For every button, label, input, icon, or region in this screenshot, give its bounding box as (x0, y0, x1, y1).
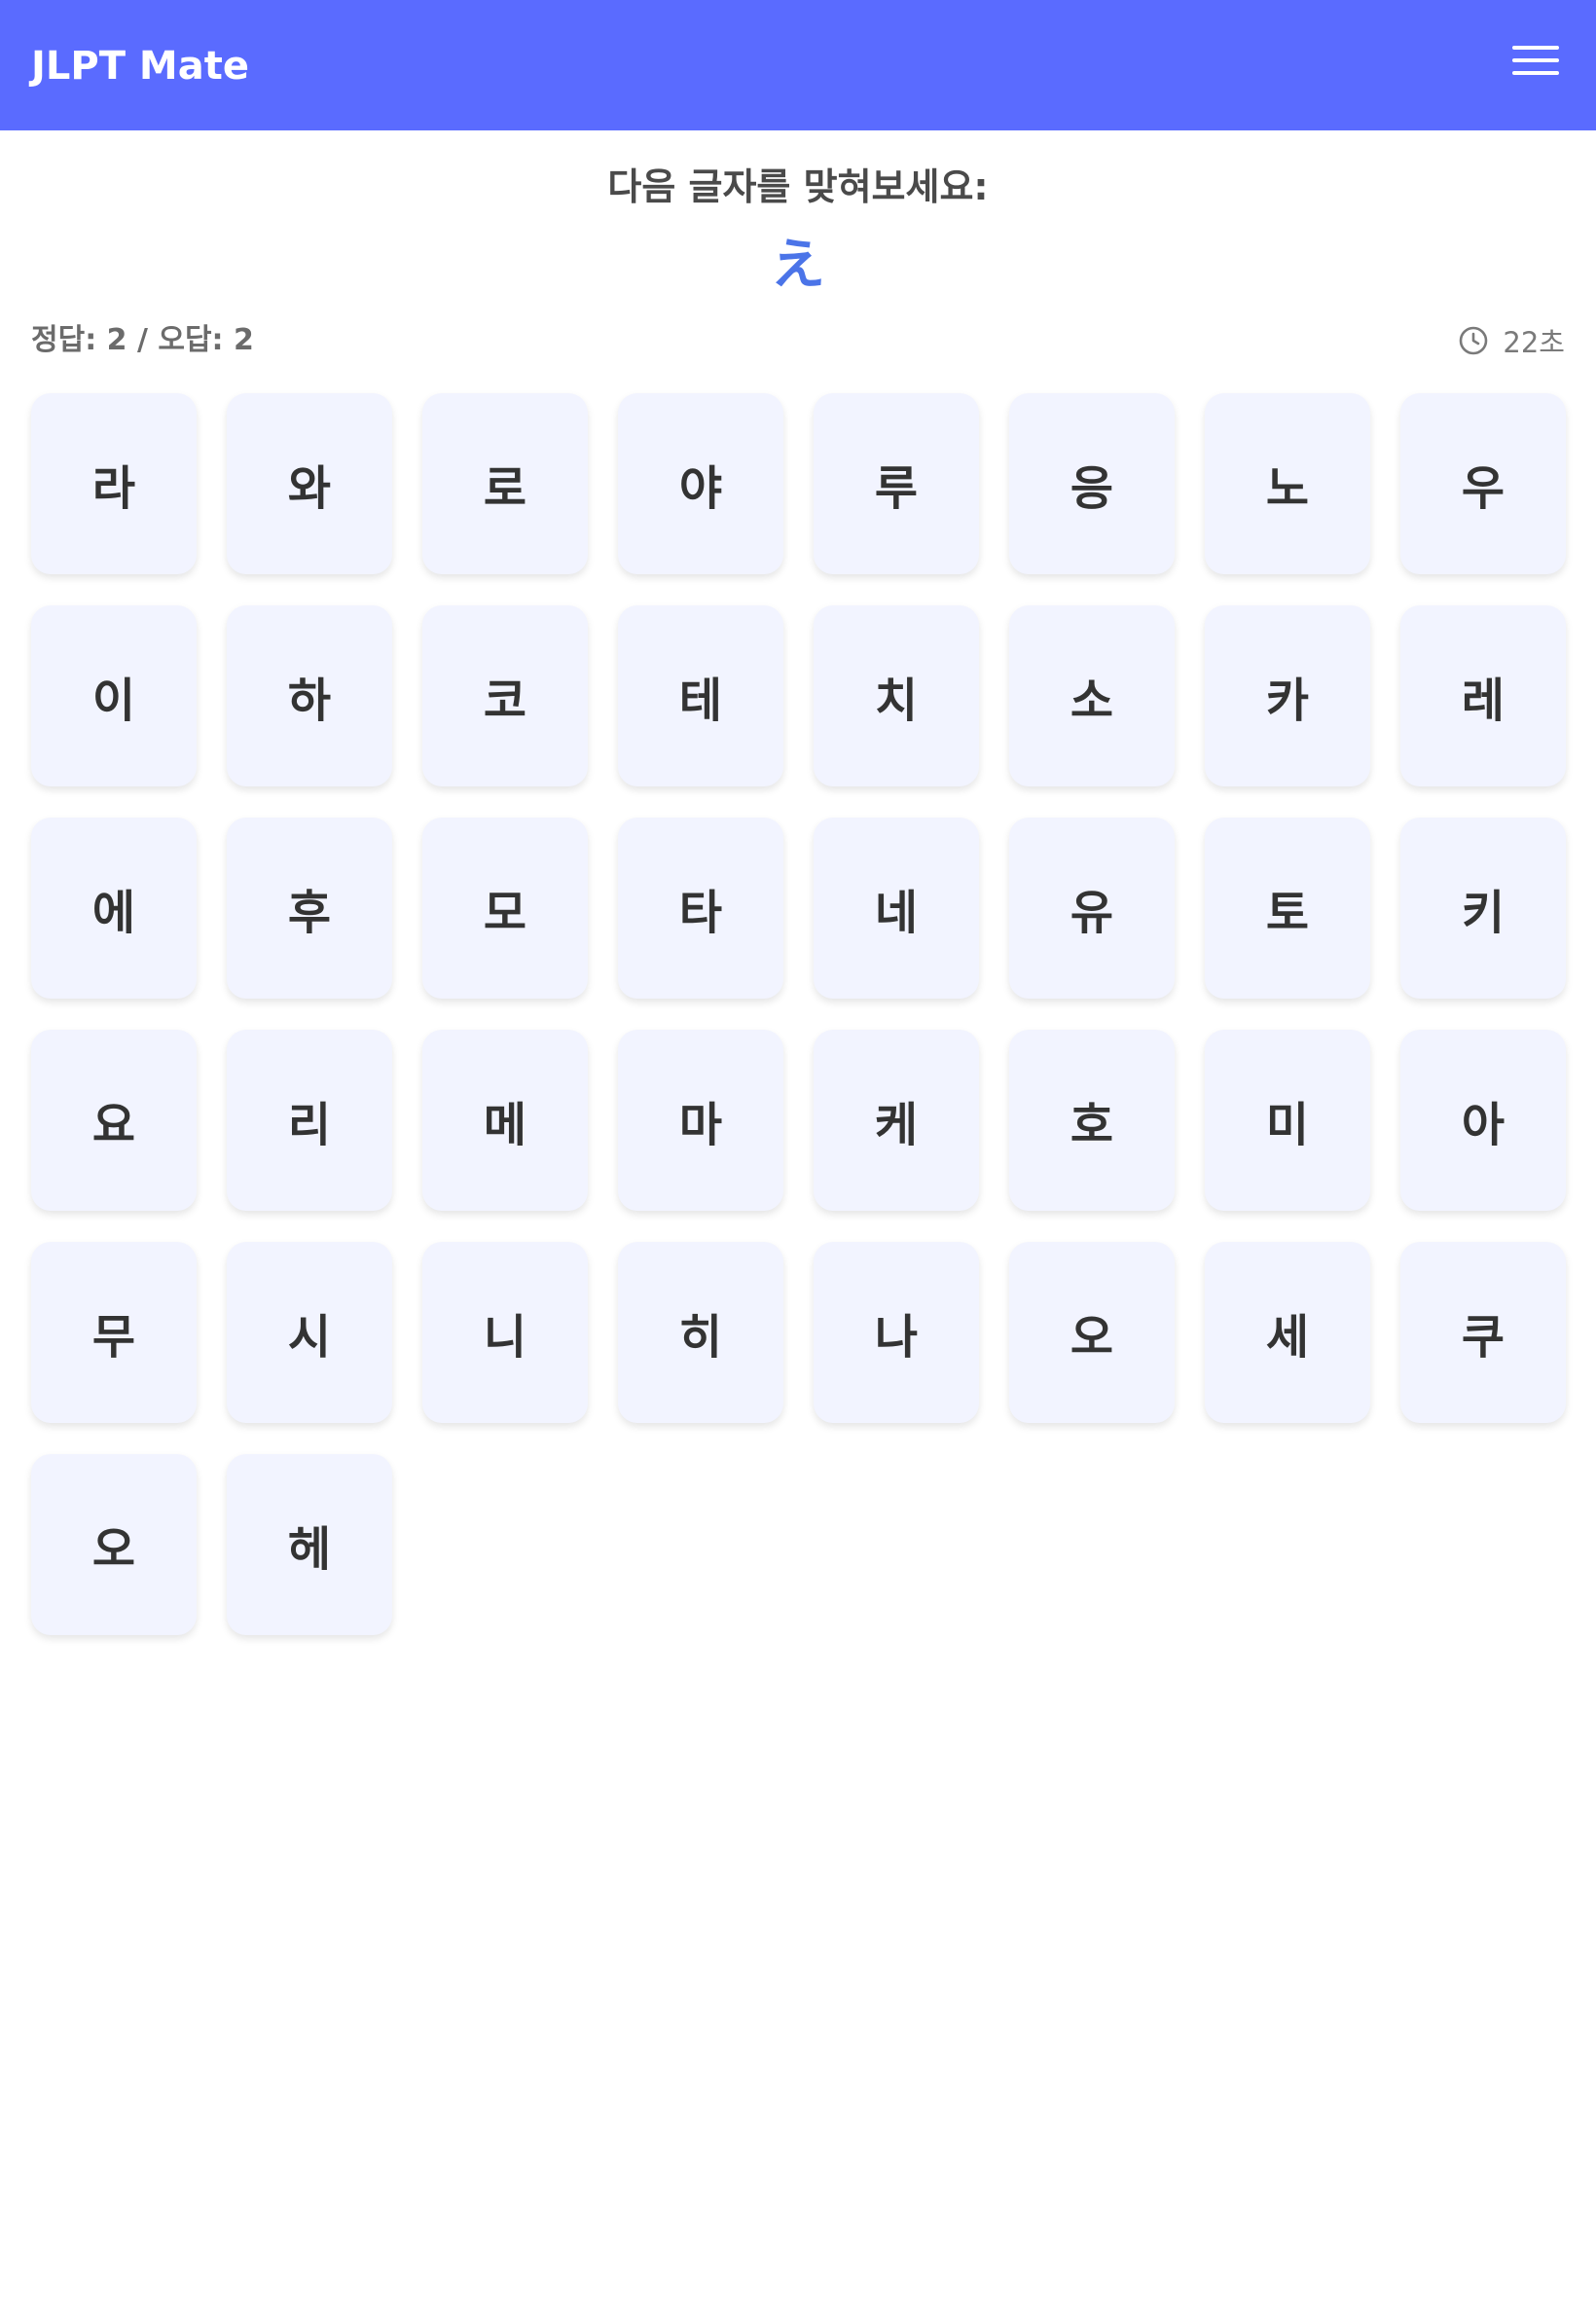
answer-option[interactable]: 카 (1205, 605, 1370, 786)
answer-option[interactable]: 테 (618, 605, 783, 786)
answer-option[interactable]: 리 (227, 1030, 392, 1211)
answer-option[interactable]: 마 (618, 1030, 783, 1211)
answer-option[interactable]: 히 (618, 1242, 783, 1423)
answer-option[interactable]: 야 (618, 393, 783, 574)
answer-option[interactable]: 레 (1400, 605, 1566, 786)
answer-option[interactable]: 니 (422, 1242, 588, 1423)
app-header: JLPT Mate (0, 0, 1596, 130)
answer-option[interactable]: 타 (618, 818, 783, 999)
answer-option[interactable]: 라 (31, 393, 197, 574)
answer-option[interactable]: 와 (227, 393, 392, 574)
answer-option[interactable]: 오 (31, 1454, 197, 1635)
answer-option[interactable]: 이 (31, 605, 197, 786)
answer-option[interactable]: 토 (1205, 818, 1370, 999)
answer-grid: 라와로야루응노우이하코테치소카레에후모타네유토키요리메마케호미아무시니히나오세쿠… (31, 393, 1566, 1635)
answer-option[interactable]: 케 (814, 1030, 979, 1211)
quiz-prompt: 다음 글자를 맞혀보세요: (607, 165, 989, 208)
answer-option[interactable]: 나 (814, 1242, 979, 1423)
menu-line (1512, 71, 1559, 75)
app-root: JLPT Mate 다음 글자를 맞혀보세요: え 정답: 2 / 오답: 2 … (0, 0, 1596, 2297)
answer-option[interactable]: 에 (31, 818, 197, 999)
question-character: え (771, 234, 825, 297)
answer-option[interactable]: 쿠 (1400, 1242, 1566, 1423)
timer-text: 22초 (1503, 326, 1565, 359)
score-counter: 정답: 2 / 오답: 2 (31, 323, 254, 357)
answer-option[interactable]: 치 (814, 605, 979, 786)
answer-option[interactable]: 호 (1009, 1030, 1175, 1211)
answer-option[interactable]: 헤 (227, 1454, 392, 1635)
answer-option[interactable]: 우 (1400, 393, 1566, 574)
clock-icon (1460, 326, 1488, 355)
answer-option[interactable]: 루 (814, 393, 979, 574)
answer-option[interactable]: 하 (227, 605, 392, 786)
answer-option[interactable]: 오 (1009, 1242, 1175, 1423)
answer-option[interactable]: 미 (1205, 1030, 1370, 1211)
answer-option[interactable]: 네 (814, 818, 979, 999)
answer-option[interactable]: 유 (1009, 818, 1175, 999)
app-title: JLPT Mate (31, 44, 249, 89)
answer-option[interactable]: 로 (422, 393, 588, 574)
answer-option[interactable]: 모 (422, 818, 588, 999)
answer-option[interactable]: 무 (31, 1242, 197, 1423)
answer-option[interactable]: 코 (422, 605, 588, 786)
answer-option[interactable]: 응 (1009, 393, 1175, 574)
menu-line (1512, 58, 1559, 62)
menu-line (1512, 46, 1559, 50)
timer: 22초 (1458, 321, 1565, 360)
answer-option[interactable]: 시 (227, 1242, 392, 1423)
answer-option[interactable]: 요 (31, 1030, 197, 1211)
hamburger-menu-icon[interactable] (1506, 39, 1565, 84)
answer-option[interactable]: 메 (422, 1030, 588, 1211)
answer-option[interactable]: 노 (1205, 393, 1370, 574)
answer-option[interactable]: 후 (227, 818, 392, 999)
answer-option[interactable]: 키 (1400, 818, 1566, 999)
answer-option[interactable]: 아 (1400, 1030, 1566, 1211)
answer-option[interactable]: 세 (1205, 1242, 1370, 1423)
answer-option[interactable]: 소 (1009, 605, 1175, 786)
